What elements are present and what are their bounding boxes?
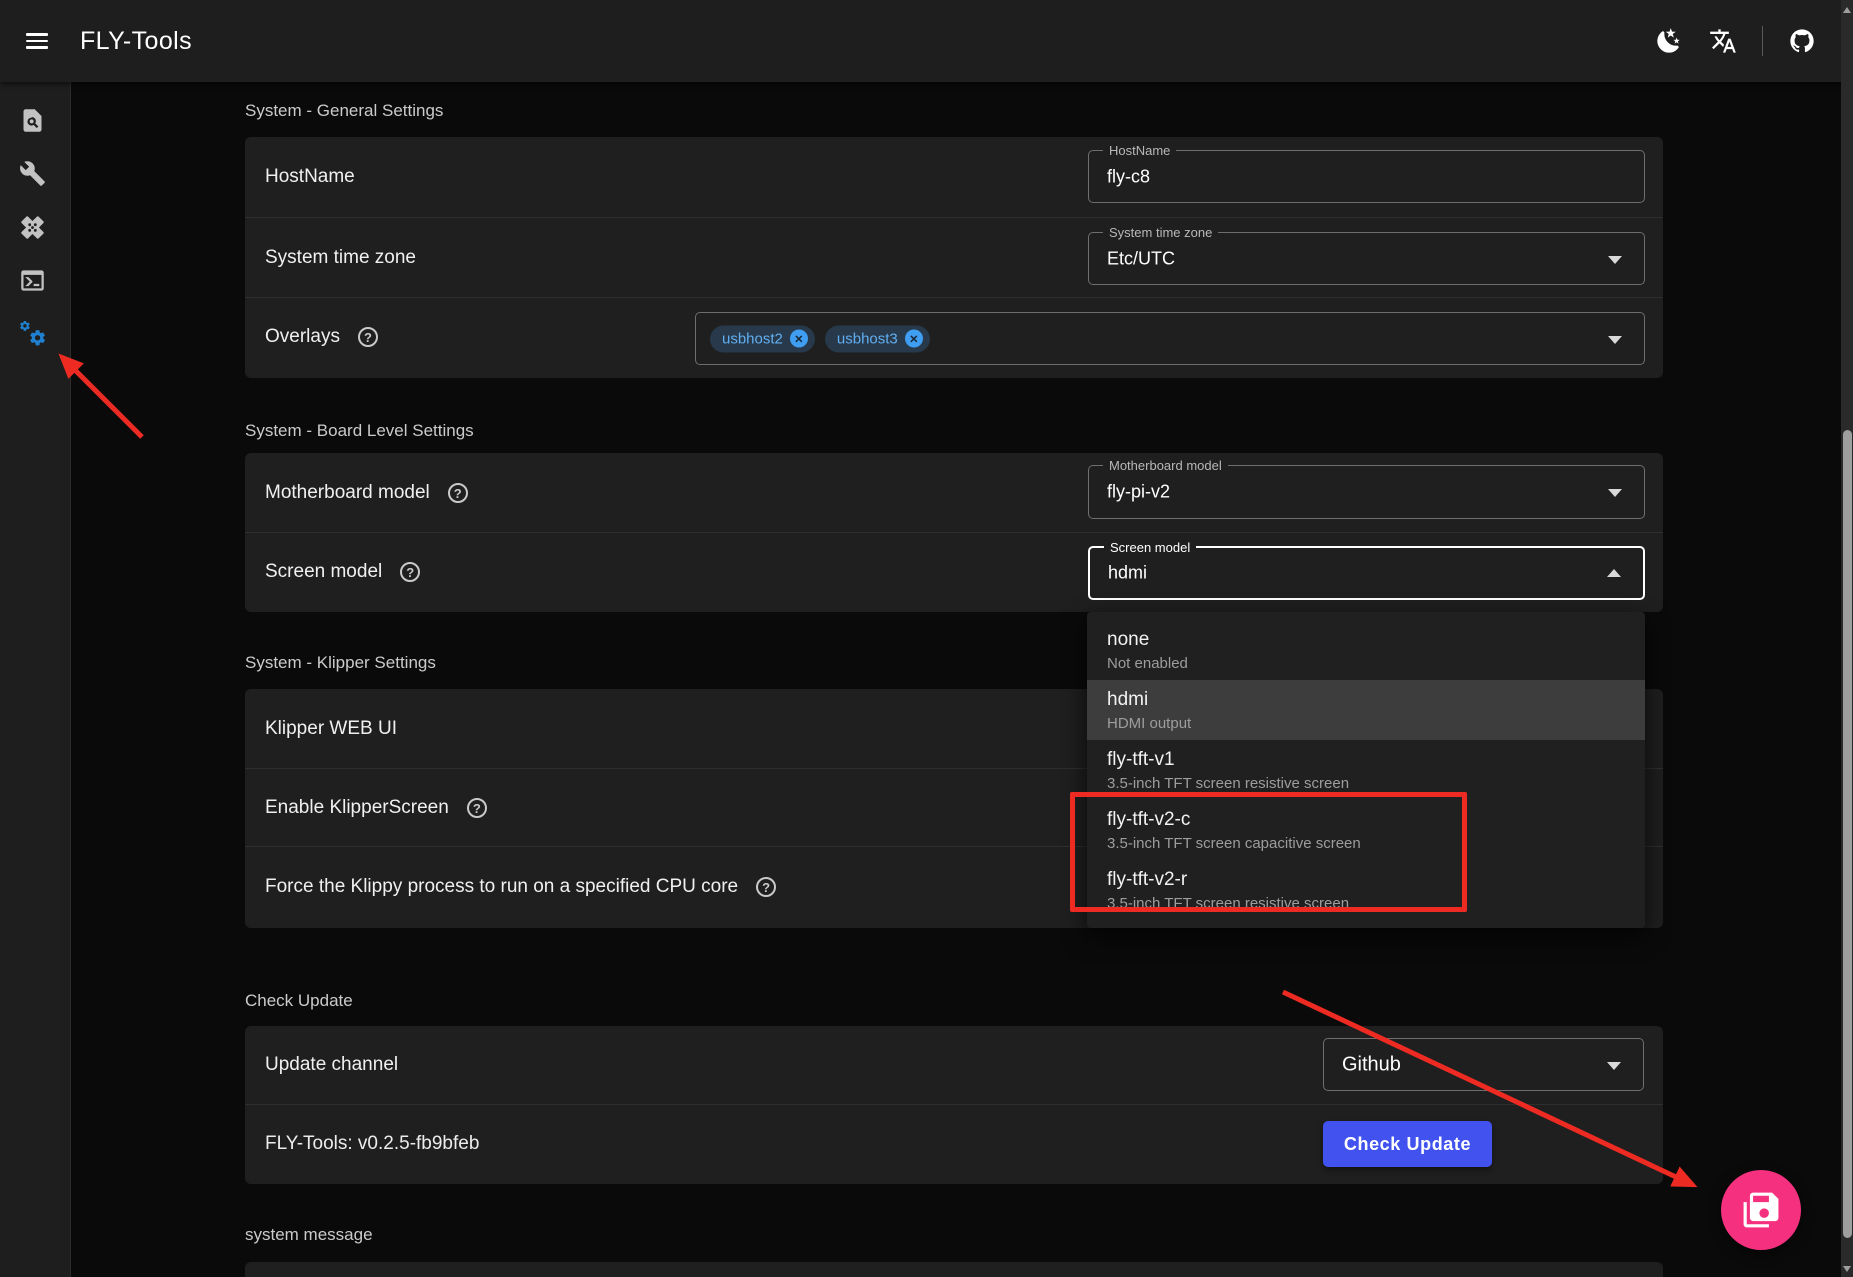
menu-option-fly-tft-v2-c[interactable]: fly-tft-v2-c 3.5-inch TFT screen capacit… (1087, 800, 1645, 860)
chevron-up-icon (1607, 569, 1621, 577)
chevron-down-icon (1608, 256, 1622, 264)
translate-language-icon[interactable] (1708, 26, 1738, 56)
overlay-chip[interactable]: usbhost2 × (710, 325, 815, 352)
chip-remove-icon[interactable]: × (790, 330, 808, 348)
scrollbar-thumb[interactable] (1843, 430, 1852, 1238)
scrollbar-up-arrow-icon[interactable] (1843, 7, 1851, 13)
klipperscreen-help-icon[interactable]: ? (467, 798, 487, 818)
sidebar-item-terminal-icon[interactable] (17, 265, 47, 295)
klipper-web-ui-label: Klipper WEB UI (265, 718, 397, 740)
overlays-row-label: Overlays (265, 326, 340, 348)
enable-klipperscreen-label: Enable KlipperScreen (265, 797, 449, 819)
hostname-row-label: HostName (265, 166, 355, 188)
screen-model-field-label: Screen model (1104, 540, 1196, 555)
scrollbar-down-arrow-icon[interactable] (1843, 1266, 1851, 1272)
menu-option-none[interactable]: none Not enabled (1087, 620, 1645, 680)
timezone-value: Etc/UTC (1107, 248, 1175, 269)
check-update-button[interactable]: Check Update (1323, 1121, 1492, 1167)
section-label-check-update: Check Update (245, 991, 353, 1011)
hostname-field-label: HostName (1103, 143, 1176, 158)
topbar-divider (1762, 26, 1763, 56)
section-label-general: System - General Settings (245, 101, 443, 121)
sidebar-nav (0, 82, 71, 1277)
screen-model-select[interactable]: Screen model hdmi (1088, 546, 1645, 600)
overlays-chips: usbhost2 × usbhost3 × (710, 325, 930, 352)
overlays-help-icon[interactable]: ? (358, 327, 378, 347)
screen-model-dropdown-menu: none Not enabled hdmi HDMI output fly-tf… (1087, 612, 1645, 928)
sidebar-item-wrench-icon[interactable] (17, 158, 47, 188)
overlay-chip-label: usbhost3 (837, 330, 898, 347)
overlays-select[interactable]: usbhost2 × usbhost3 × (695, 312, 1645, 365)
sidebar-item-file-search-icon[interactable] (17, 105, 47, 135)
fly-tools-settings-page: FLY-Tools (0, 0, 1853, 1277)
section-label-klipper: System - Klipper Settings (245, 653, 436, 673)
fly-tools-version: FLY-Tools: v0.2.5-fb9bfeb (265, 1133, 479, 1155)
timezone-field-label: System time zone (1103, 225, 1218, 240)
motherboard-row-label: Motherboard model (265, 482, 430, 504)
page-scrollbar[interactable] (1841, 0, 1853, 1277)
screen-model-help-icon[interactable]: ? (400, 562, 420, 582)
screen-model-value: hdmi (1108, 563, 1147, 584)
top-app-bar: FLY-Tools (0, 0, 1853, 82)
update-channel-select[interactable]: Github (1323, 1038, 1644, 1091)
dark-mode-moon-icon[interactable] (1654, 26, 1684, 56)
klippy-cpu-core-label: Force the Klippy process to run on a spe… (265, 876, 738, 898)
chevron-down-icon (1608, 489, 1622, 497)
timezone-select[interactable]: System time zone Etc/UTC (1088, 232, 1645, 285)
menu-option-hdmi[interactable]: hdmi HDMI output (1087, 680, 1645, 740)
motherboard-field-label: Motherboard model (1103, 458, 1228, 473)
save-all-fab-button[interactable] (1721, 1170, 1801, 1250)
overlay-chip[interactable]: usbhost3 × (825, 325, 930, 352)
annotation-arrow-to-gear (62, 357, 142, 437)
section-label-system-message: system message (245, 1225, 373, 1245)
motherboard-value: fly-pi-v2 (1107, 482, 1170, 503)
timezone-row-label: System time zone (265, 247, 416, 269)
sidebar-item-settings-gears-icon[interactable] (17, 318, 47, 348)
motherboard-help-icon[interactable]: ? (448, 483, 468, 503)
sidebar-item-bandage-icon[interactable] (17, 212, 47, 242)
screen-model-row-label: Screen model (265, 561, 382, 583)
github-icon[interactable] (1787, 26, 1817, 56)
menu-option-fly-tft-v2-r[interactable]: fly-tft-v2-r 3.5-inch TFT screen resisti… (1087, 860, 1645, 920)
chevron-down-icon (1607, 1062, 1621, 1070)
menu-hamburger-icon[interactable] (26, 33, 48, 49)
chevron-down-icon (1608, 336, 1622, 344)
overlay-chip-label: usbhost2 (722, 330, 783, 347)
save-all-icon (1742, 1191, 1780, 1229)
update-channel-value: Github (1342, 1053, 1401, 1076)
hostname-input[interactable]: HostName fly-c8 (1088, 150, 1645, 203)
update-channel-label: Update channel (265, 1054, 398, 1076)
motherboard-select[interactable]: Motherboard model fly-pi-v2 (1088, 465, 1645, 519)
app-title: FLY-Tools (80, 27, 192, 56)
card-system-message (245, 1262, 1663, 1277)
hostname-value: fly-c8 (1107, 166, 1150, 187)
section-label-board: System - Board Level Settings (245, 421, 474, 441)
menu-option-fly-tft-v1[interactable]: fly-tft-v1 3.5-inch TFT screen resistive… (1087, 740, 1645, 800)
klippy-cpu-help-icon[interactable]: ? (756, 877, 776, 897)
chip-remove-icon[interactable]: × (905, 330, 923, 348)
